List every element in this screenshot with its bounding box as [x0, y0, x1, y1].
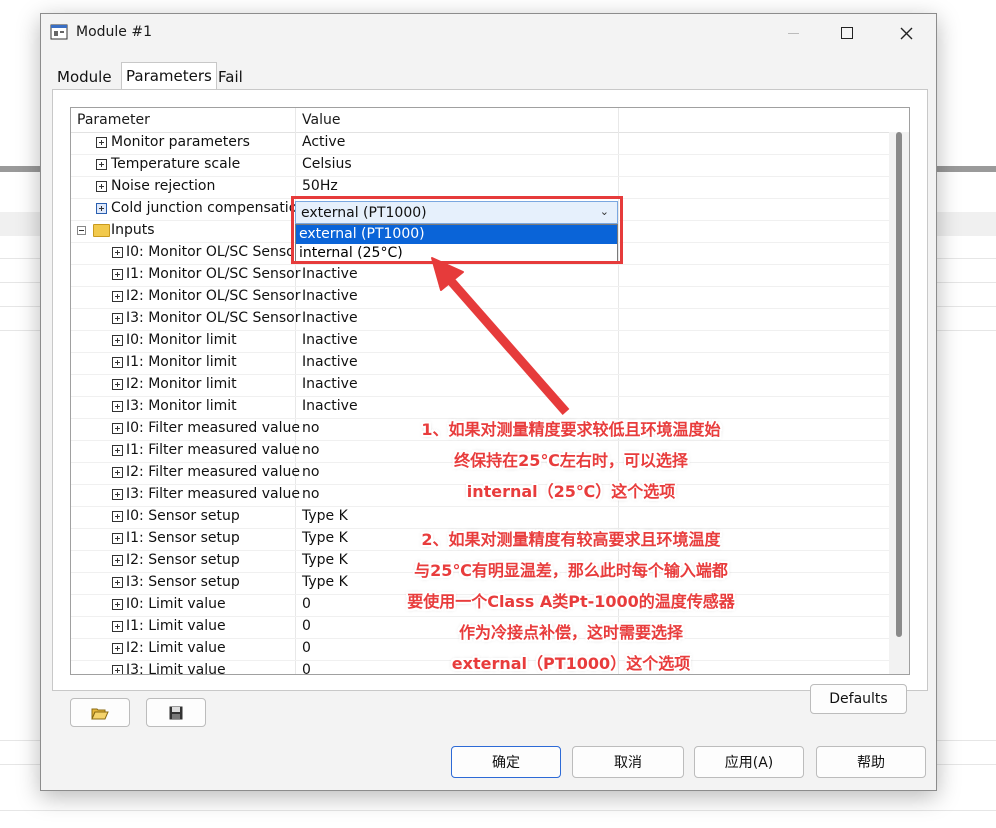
annotation-note-1: 1、如果对测量精度要求较低且环境温度始 终保持在25℃左右时，可以选择 inte…	[421, 420, 721, 501]
annotation-note-2: 2、如果对测量精度有较高要求且环境温度 与25℃有明显温差，那么此时每个输入端都…	[407, 530, 735, 673]
